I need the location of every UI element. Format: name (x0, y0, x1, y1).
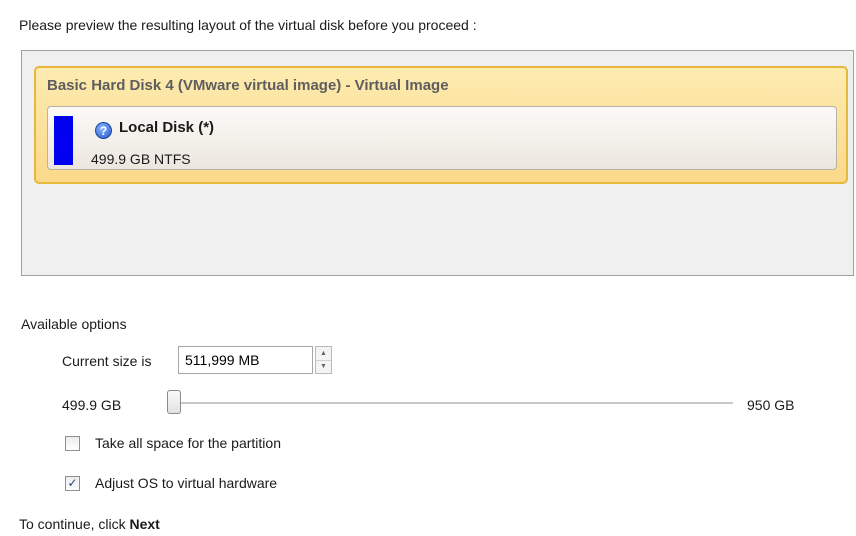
take-all-space-checkbox[interactable] (65, 436, 80, 451)
partition-info: 499.9 GB NTFS (91, 151, 191, 167)
intro-text: Please preview the resulting layout of t… (19, 17, 477, 33)
disk-title: Basic Hard Disk 4 (VMware virtual image)… (47, 77, 449, 94)
partition-name: Local Disk (*) (119, 119, 215, 136)
available-options-label: Available options (21, 316, 127, 332)
spin-up-icon[interactable]: ▲ (316, 347, 331, 361)
partition-usage-bar (54, 116, 73, 165)
size-spinner[interactable]: ▲ ▼ (315, 346, 332, 374)
footer-prefix: To continue, click (19, 516, 130, 532)
current-size-input[interactable] (178, 346, 313, 374)
adjust-os-checkbox[interactable]: ✓ (65, 476, 80, 491)
footer-next-label: Next (129, 516, 160, 532)
current-size-label: Current size is (62, 353, 152, 369)
help-question-icon: ? (95, 122, 112, 139)
footer-instruction: To continue, click Next (19, 516, 160, 532)
size-slider-thumb[interactable] (167, 390, 181, 414)
spin-down-icon[interactable]: ▼ (316, 360, 331, 373)
take-all-space-label[interactable]: Take all space for the partition (95, 435, 281, 451)
size-slider-track[interactable] (173, 402, 733, 405)
slider-min-label: 499.9 GB (62, 397, 122, 413)
virtual-disk-card[interactable]: Basic Hard Disk 4 (VMware virtual image)… (34, 66, 848, 184)
adjust-os-label[interactable]: Adjust OS to virtual hardware (95, 475, 277, 491)
slider-max-label: 950 GB (747, 397, 795, 413)
partition-block[interactable]: ? Local Disk (*) 499.9 GB NTFS (47, 106, 837, 170)
